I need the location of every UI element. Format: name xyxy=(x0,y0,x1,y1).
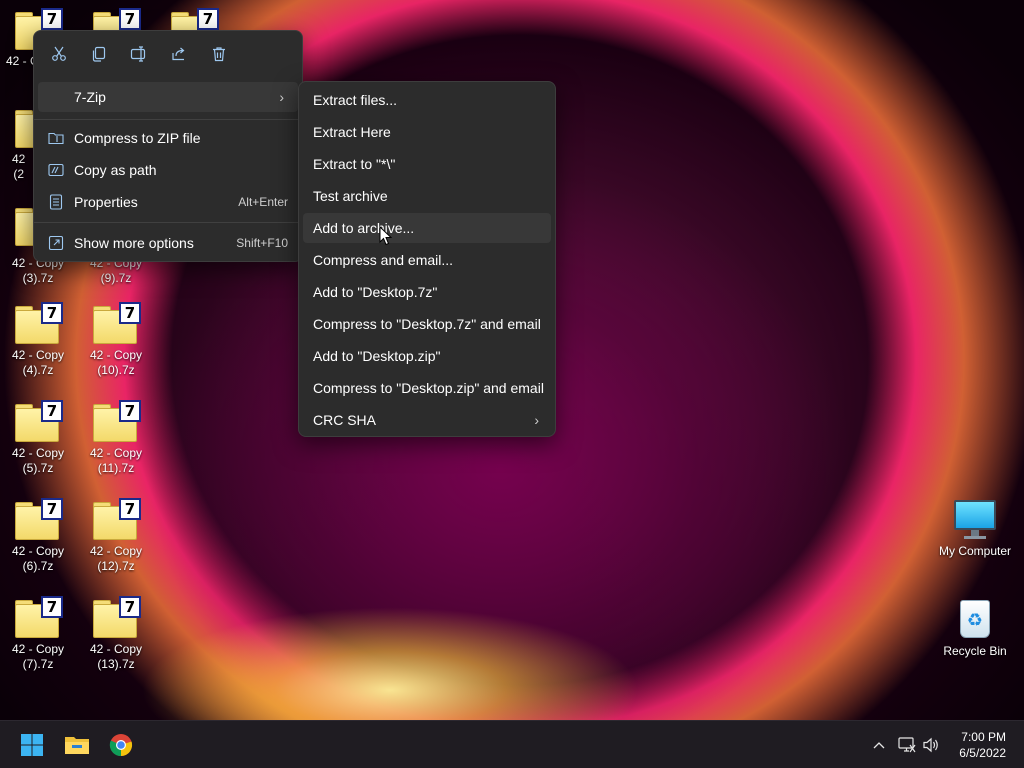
desktop-icon-my-computer[interactable]: My Computer xyxy=(937,500,1013,559)
submenu-item-add-to-desktop-zip[interactable]: Add to "Desktop.zip" xyxy=(303,341,551,371)
menu-divider xyxy=(34,222,302,223)
submenu-item-extract-here[interactable]: Extract Here xyxy=(303,117,551,147)
7z-archive-icon: 7 xyxy=(91,400,141,442)
system-clock[interactable]: 7:00 PM 6/5/2022 xyxy=(959,729,1006,761)
menu-item-label: Compress to ZIP file xyxy=(74,130,201,146)
windows-logo-icon xyxy=(21,734,43,756)
shortcut-label: Shift+F10 xyxy=(236,236,288,250)
icon-label: 42 (2 xyxy=(12,152,26,181)
7z-archive-icon: 7 xyxy=(91,596,141,638)
7z-archive-icon: 7 xyxy=(91,498,141,540)
folder-icon xyxy=(65,737,89,754)
menu-item-label: Show more options xyxy=(74,235,194,251)
chrome-button[interactable] xyxy=(105,729,137,761)
submenu-item-crc-sha[interactable]: CRC SHA › xyxy=(303,405,551,435)
submenu-item-add-to-archive[interactable]: Add to archive... xyxy=(303,213,551,243)
desktop-icon-recycle-bin[interactable]: ♻ Recycle Bin xyxy=(937,596,1013,659)
chevron-up-icon[interactable] xyxy=(869,735,889,755)
clock-date: 6/5/2022 xyxy=(959,746,1006,760)
menu-item-label: 7-Zip xyxy=(74,89,106,105)
menu-item-label: Copy as path xyxy=(74,162,157,178)
submenu-item-compress-desktop-zip-email[interactable]: Compress to "Desktop.zip" and email xyxy=(303,373,551,403)
icon-label: 42 - Copy (12).7z xyxy=(89,544,143,573)
submenu-item-extract-files[interactable]: Extract files... xyxy=(303,85,551,115)
chrome-icon xyxy=(109,734,133,757)
desktop-icon-copy-10[interactable]: 7 42 - Copy (10).7z xyxy=(78,302,154,378)
icon-label: 42 - Copy (6).7z xyxy=(11,544,65,573)
7z-archive-icon: 7 xyxy=(91,302,141,344)
menu-item-show-more-options[interactable]: Show more options Shift+F10 xyxy=(38,228,298,258)
menu-divider xyxy=(34,119,302,120)
more-options-icon xyxy=(38,235,74,251)
copy-icon[interactable] xyxy=(88,43,110,65)
copy-path-icon xyxy=(38,163,74,177)
submenu-item-add-to-desktop-7z[interactable]: Add to "Desktop.7z" xyxy=(303,277,551,307)
7z-archive-icon: 7 xyxy=(13,400,63,442)
recycle-bin-icon: ♻ xyxy=(955,596,995,640)
menu-item-7zip[interactable]: 7-Zip › xyxy=(38,82,298,112)
menu-item-properties[interactable]: Properties Alt+Enter xyxy=(38,187,298,217)
shortcut-label: Alt+Enter xyxy=(238,195,288,209)
monitor-icon xyxy=(952,500,998,540)
clock-time: 7:00 PM xyxy=(961,730,1006,744)
icon-label: 42 - Copy (10).7z xyxy=(89,348,143,377)
file-explorer-button[interactable] xyxy=(61,729,93,761)
chevron-right-icon: › xyxy=(534,412,539,428)
submenu-item-extract-to[interactable]: Extract to "*\" xyxy=(303,149,551,179)
taskbar: 7:00 PM 6/5/2022 xyxy=(0,720,1024,768)
start-button[interactable] xyxy=(16,729,48,761)
submenu-item-compress-desktop-7z-email[interactable]: Compress to "Desktop.7z" and email xyxy=(303,309,551,339)
desktop-icon-copy-12[interactable]: 7 42 - Copy (12).7z xyxy=(78,498,154,574)
context-menu: 7-Zip › Compress to ZIP file Copy as pat… xyxy=(33,30,303,262)
icon-label: My Computer xyxy=(938,544,1012,558)
mouse-pointer-icon xyxy=(379,226,393,246)
icon-label: Recycle Bin xyxy=(943,644,1007,658)
context-menu-toolbar xyxy=(34,31,302,77)
menu-item-copy-path[interactable]: Copy as path xyxy=(38,155,298,185)
7zip-submenu: Extract files... Extract Here Extract to… xyxy=(298,81,556,437)
cut-icon[interactable] xyxy=(48,43,70,65)
desktop-icon-copy-4[interactable]: 7 42 - Copy (4).7z xyxy=(0,302,76,378)
share-icon[interactable] xyxy=(168,43,190,65)
rename-icon[interactable] xyxy=(128,43,150,65)
volume-icon[interactable] xyxy=(921,735,941,755)
icon-label: 42 - Copy (11).7z xyxy=(89,446,143,475)
properties-icon xyxy=(38,194,74,210)
network-icon[interactable] xyxy=(897,735,917,755)
desktop-icon-copy-6[interactable]: 7 42 - Copy (6).7z xyxy=(0,498,76,574)
7z-archive-icon: 7 xyxy=(13,596,63,638)
desktop-icon-copy-7[interactable]: 7 42 - Copy (7).7z xyxy=(0,596,76,672)
icon-label: 42 - Copy (7).7z xyxy=(11,642,65,671)
submenu-item-compress-and-email[interactable]: Compress and email... xyxy=(303,245,551,275)
desktop-icon-copy-11[interactable]: 7 42 - Copy (11).7z xyxy=(78,400,154,476)
icon-label: 42 - Copy (5).7z xyxy=(11,446,65,475)
7z-archive-icon: 7 xyxy=(13,498,63,540)
icon-label: 42 - Copy (13).7z xyxy=(89,642,143,671)
icon-label: 42 - Copy (4).7z xyxy=(11,348,65,377)
zip-folder-icon xyxy=(38,131,74,145)
delete-icon[interactable] xyxy=(208,43,230,65)
chevron-right-icon: › xyxy=(279,89,284,105)
7z-archive-icon: 7 xyxy=(13,302,63,344)
desktop-icon-copy-13[interactable]: 7 42 - Copy (13).7z xyxy=(78,596,154,672)
desktop-icon-copy-5[interactable]: 7 42 - Copy (5).7z xyxy=(0,400,76,476)
menu-item-compress-zip[interactable]: Compress to ZIP file xyxy=(38,123,298,153)
menu-item-label: Properties xyxy=(74,194,138,210)
submenu-item-test-archive[interactable]: Test archive xyxy=(303,181,551,211)
